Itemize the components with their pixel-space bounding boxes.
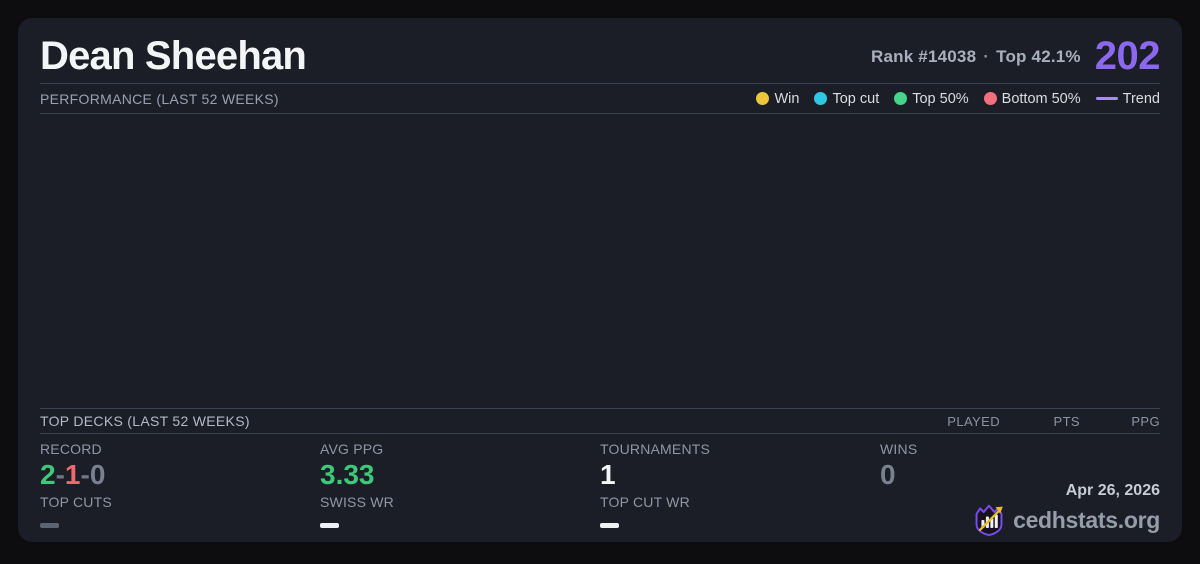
top-cuts-label: TOP CUTS [40,494,320,511]
win-dot-icon [756,92,769,105]
legend-label: Bottom 50% [1002,91,1081,107]
top-cut-wr-value [600,523,619,528]
player-score: 202 [1095,34,1160,79]
performance-section-title: PERFORMANCE (LAST 52 WEEKS) [40,91,279,107]
record-value: 2-1-0 [40,460,320,490]
top-decks-section-title: TOP DECKS (LAST 52 WEEKS) [40,413,250,429]
swiss-wr-label: SWISS WR [320,494,600,511]
legend-item-top50: Top 50% [894,91,968,107]
brand: cedhstats.org [973,503,1160,537]
record-draws: 0 [90,459,106,490]
rank-separator: · [983,47,989,66]
tournaments-label: TOURNAMENTS [600,441,880,458]
top-decks-columns: PLAYED PTS PPG [920,414,1160,429]
record-losses: 1 [65,459,81,490]
tournaments-value: 1 [600,460,880,490]
stat-column-record: RECORD 2-1-0 TOP CUTS [40,441,320,533]
legend-label: Top 50% [912,91,968,107]
top-decks-header: TOP DECKS (LAST 52 WEEKS) PLAYED PTS PPG [40,409,1160,433]
rank-line: Rank #14038 · Top 42.1% [871,47,1081,67]
legend-label: Win [774,91,799,107]
record-separator: - [56,459,65,490]
column-header-played: PLAYED [920,414,1000,429]
rank-text: Rank #14038 [871,47,976,66]
legend-item-bottom50: Bottom 50% [984,91,1081,107]
stat-column-tournaments: TOURNAMENTS 1 TOP CUT WR [600,441,880,533]
header-right: Rank #14038 · Top 42.1% 202 [871,34,1160,79]
legend-item-top-cut: Top cut [814,91,879,107]
performance-header: PERFORMANCE (LAST 52 WEEKS) Win Top cut … [40,84,1160,113]
record-wins: 2 [40,459,56,490]
record-label: RECORD [40,441,320,458]
avg-ppg-value: 3.33 [320,460,600,490]
trend-line-icon [1096,97,1118,100]
record-separator: - [80,459,89,490]
brand-text: cedhstats.org [1013,507,1160,534]
performance-chart [40,114,1160,408]
avg-ppg-label: AVG PPG [320,441,600,458]
legend-item-trend: Trend [1096,91,1160,107]
legend-label: Top cut [832,91,879,107]
swiss-wr-value [320,523,339,528]
legend-label: Trend [1123,91,1160,107]
cedhstats-logo-icon [973,503,1005,537]
bottom50-dot-icon [984,92,997,105]
top-cut-dot-icon [814,92,827,105]
player-name: Dean Sheehan [40,34,306,79]
column-header-ppg: PPG [1080,414,1160,429]
stat-column-avg-ppg: AVG PPG 3.33 SWISS WR [320,441,600,533]
top-percent-text: Top 42.1% [996,47,1081,66]
player-stats-card: Dean Sheehan Rank #14038 · Top 42.1% 202 P… [18,18,1182,542]
top50-dot-icon [894,92,907,105]
card-footer: Apr 26, 2026 cedhstats.org [973,482,1160,537]
top-cuts-value [40,523,59,528]
top-cut-wr-label: TOP CUT WR [600,494,880,511]
column-header-pts: PTS [1000,414,1080,429]
card-header: Dean Sheehan Rank #14038 · Top 42.1% 202 [40,18,1160,83]
card-date: Apr 26, 2026 [973,482,1160,500]
wins-label: WINS [880,441,1160,458]
legend-item-win: Win [756,91,799,107]
chart-legend: Win Top cut Top 50% Bottom 50% Trend [756,91,1160,107]
